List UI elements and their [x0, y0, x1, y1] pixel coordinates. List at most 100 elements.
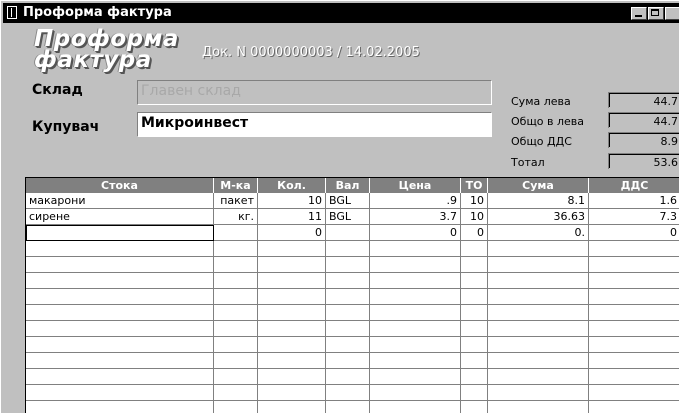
cell-qty[interactable] [258, 289, 326, 305]
cell-item[interactable]: макарони [26, 193, 214, 209]
cell-unit[interactable] [214, 321, 258, 337]
table-row[interactable] [26, 369, 679, 385]
cell-item[interactable] [26, 273, 214, 289]
cell-currency[interactable] [326, 353, 370, 369]
cell-currency[interactable]: BGL [326, 193, 370, 209]
cell-price[interactable] [370, 385, 461, 401]
table-row[interactable] [26, 241, 679, 257]
title-bar[interactable]: Проформа фактура [3, 3, 679, 23]
cell-unit[interactable] [214, 257, 258, 273]
cell-amount[interactable]: 8.1 [488, 193, 589, 209]
cell-amount[interactable]: 36.63 [488, 209, 589, 225]
cell-vat[interactable] [589, 321, 679, 337]
table-row[interactable] [26, 385, 679, 401]
cell-vat[interactable]: 0 [589, 225, 679, 241]
table-row[interactable]: макарони пакет 10 BGL .9 10 8.1 1.6 [26, 193, 679, 209]
table-row[interactable] [26, 321, 679, 337]
items-grid[interactable]: Стока М-ка Кол. Вал Цена ТО Сума ДДС мак… [25, 177, 679, 413]
cell-qty[interactable]: 10 [258, 193, 326, 209]
table-row[interactable] [26, 257, 679, 273]
cell-item[interactable] [26, 385, 214, 401]
cell-unit[interactable] [214, 369, 258, 385]
cell-qty[interactable] [258, 321, 326, 337]
cell-currency[interactable] [326, 273, 370, 289]
cell-price[interactable] [370, 289, 461, 305]
cell-vat-group[interactable] [461, 241, 488, 257]
cell-vat-group[interactable] [461, 289, 488, 305]
cell-amount[interactable] [488, 401, 589, 413]
cell-vat-group[interactable] [461, 385, 488, 401]
cell-price[interactable] [370, 257, 461, 273]
cell-vat-group[interactable] [461, 321, 488, 337]
cell-amount[interactable] [488, 321, 589, 337]
cell-qty[interactable] [258, 401, 326, 413]
cell-vat-group[interactable] [461, 337, 488, 353]
cell-unit[interactable] [214, 241, 258, 257]
cell-item[interactable] [26, 401, 214, 413]
cell-qty[interactable]: 11 [258, 209, 326, 225]
cell-item[interactable] [26, 289, 214, 305]
buyer-field[interactable]: Микроинвест [137, 112, 492, 137]
cell-item[interactable] [26, 353, 214, 369]
cell-amount[interactable] [488, 305, 589, 321]
table-row[interactable] [26, 289, 679, 305]
cell-item[interactable] [26, 257, 214, 273]
column-header-item[interactable]: Стока [26, 178, 214, 193]
cell-currency[interactable] [326, 321, 370, 337]
cell-amount[interactable]: 0. [488, 225, 589, 241]
cell-vat[interactable] [589, 257, 679, 273]
cell-unit[interactable] [214, 337, 258, 353]
cell-vat[interactable] [589, 305, 679, 321]
table-row[interactable]: 0 0 0 0. 0 [26, 225, 679, 241]
cell-amount[interactable] [488, 241, 589, 257]
cell-price[interactable]: 0 [370, 225, 461, 241]
cell-vat-group[interactable] [461, 401, 488, 413]
cell-amount[interactable] [488, 257, 589, 273]
column-header-price[interactable]: Цена [370, 178, 461, 193]
cell-currency[interactable] [326, 401, 370, 413]
cell-qty[interactable] [258, 369, 326, 385]
cell-item[interactable] [26, 241, 214, 257]
cell-price[interactable] [370, 401, 461, 413]
table-row[interactable] [26, 401, 679, 413]
cell-unit[interactable] [214, 385, 258, 401]
cell-currency[interactable]: BGL [326, 209, 370, 225]
cell-vat[interactable] [589, 385, 679, 401]
cell-vat[interactable]: 1.6 [589, 193, 679, 209]
table-row[interactable]: сирене кг. 11 BGL 3.7 10 36.63 7.3 [26, 209, 679, 225]
cell-unit[interactable] [214, 273, 258, 289]
cell-amount[interactable] [488, 289, 589, 305]
cell-item[interactable] [26, 321, 214, 337]
cell-amount[interactable] [488, 385, 589, 401]
cell-unit[interactable]: пакет [214, 193, 258, 209]
cell-amount[interactable] [488, 353, 589, 369]
cell-price[interactable] [370, 321, 461, 337]
maximize-button[interactable] [648, 7, 664, 20]
cell-vat-group[interactable]: 10 [461, 193, 488, 209]
cell-qty[interactable] [258, 257, 326, 273]
cell-vat[interactable]: 7.3 [589, 209, 679, 225]
cell-currency[interactable] [326, 241, 370, 257]
cell-unit[interactable] [214, 305, 258, 321]
cell-item[interactable] [26, 337, 214, 353]
cell-unit[interactable] [214, 401, 258, 413]
cell-price[interactable] [370, 273, 461, 289]
close-button[interactable] [665, 7, 679, 20]
cell-amount[interactable] [488, 337, 589, 353]
cell-qty[interactable] [258, 241, 326, 257]
minimize-button[interactable] [631, 7, 647, 20]
table-row[interactable] [26, 273, 679, 289]
cell-currency[interactable] [326, 257, 370, 273]
column-header-vat[interactable]: ДДС [589, 178, 679, 193]
cell-price[interactable]: .9 [370, 193, 461, 209]
cell-qty[interactable] [258, 337, 326, 353]
cell-qty[interactable]: 0 [258, 225, 326, 241]
cell-price[interactable] [370, 305, 461, 321]
cell-unit[interactable]: кг. [214, 209, 258, 225]
cell-qty[interactable] [258, 305, 326, 321]
cell-item[interactable] [26, 305, 214, 321]
cell-item[interactable] [26, 369, 214, 385]
cell-unit[interactable] [214, 225, 258, 241]
column-header-qty[interactable]: Кол. [258, 178, 326, 193]
cell-qty[interactable] [258, 385, 326, 401]
